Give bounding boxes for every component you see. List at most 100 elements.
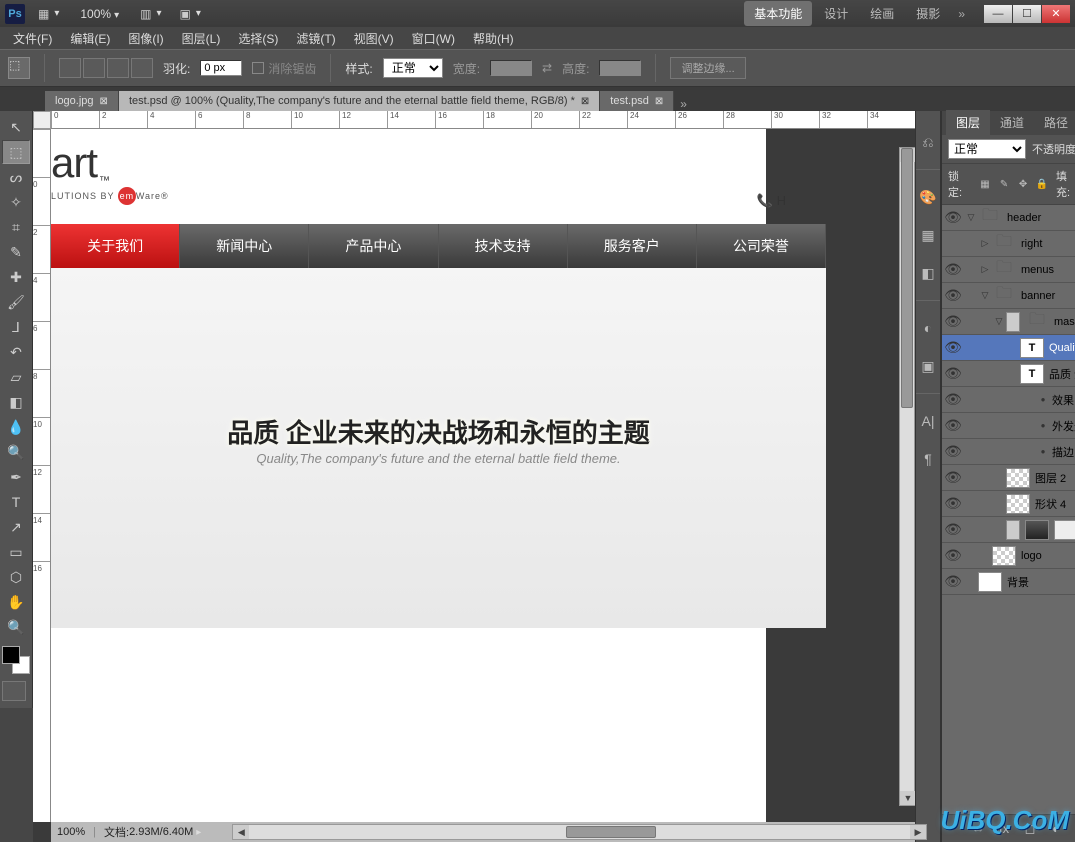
document-tab[interactable]: logo.jpg⊠: [45, 91, 119, 111]
layer-thumbnail[interactable]: 🗀: [1025, 312, 1049, 332]
hand-tool-icon[interactable]: ✋: [2, 590, 30, 614]
healing-tool-icon[interactable]: ✚: [2, 265, 30, 289]
layer-row[interactable]: 👁▷🗀menus: [942, 257, 1075, 283]
layer-row[interactable]: 👁▽🗀mask: [942, 309, 1075, 335]
path-tool-icon[interactable]: ↗: [2, 515, 30, 539]
scroll-down-icon[interactable]: ▼: [900, 791, 915, 805]
feather-input[interactable]: [200, 60, 242, 76]
screen-mode-dropdown[interactable]: ▣: [174, 5, 205, 23]
photoshop-logo-icon[interactable]: Ps: [5, 4, 25, 24]
visibility-toggle-icon[interactable]: 👁: [942, 209, 964, 226]
layer-row[interactable]: 👁形状 3fx ▾: [942, 517, 1075, 543]
layer-name[interactable]: 形状 4: [1035, 496, 1075, 512]
status-menu-icon[interactable]: ▸: [193, 827, 204, 838]
history-panel-icon[interactable]: ⎌: [917, 131, 939, 153]
layer-name[interactable]: banner: [1021, 290, 1075, 302]
horizontal-scrollbar[interactable]: ◀ ▶: [232, 824, 927, 840]
bridge-dropdown[interactable]: ▦: [33, 5, 64, 23]
layer-name[interactable]: 描边: [1052, 444, 1075, 460]
nav-honors[interactable]: 公司荣誉: [697, 224, 826, 268]
window-close-button[interactable]: ✕: [1042, 5, 1070, 23]
menu-layer[interactable]: 图层(L): [174, 27, 229, 50]
layer-row[interactable]: ▷🗀right: [942, 231, 1075, 257]
menu-window[interactable]: 窗口(W): [404, 27, 463, 50]
layer-row[interactable]: 👁▽🗀header: [942, 205, 1075, 231]
expand-toggle-icon[interactable]: ▽: [978, 290, 992, 301]
nav-support[interactable]: 技术支持: [439, 224, 568, 268]
styles-panel-icon[interactable]: ◧: [917, 262, 939, 284]
nav-products[interactable]: 产品中心: [309, 224, 438, 268]
vertical-scrollbar[interactable]: ▲ ▼: [899, 147, 915, 806]
layer-name[interactable]: menus: [1021, 264, 1075, 276]
adjustments-panel-icon[interactable]: ◐: [917, 317, 939, 339]
layer-thumbnail[interactable]: [1006, 468, 1030, 488]
layer-thumbnail[interactable]: 🗀: [992, 234, 1016, 254]
nav-service[interactable]: 服务客户: [568, 224, 697, 268]
tab-layers[interactable]: 图层: [946, 110, 990, 135]
document-tab[interactable]: test.psd⊠: [600, 91, 674, 111]
close-icon[interactable]: ⊠: [655, 96, 663, 107]
lasso-tool-icon[interactable]: ᔕ: [2, 165, 30, 189]
layer-thumbnail[interactable]: [978, 572, 1002, 592]
type-tool-icon[interactable]: T: [2, 490, 30, 514]
3d-tool-icon[interactable]: ⬡: [2, 565, 30, 589]
refine-edge-button[interactable]: 调整边缘...: [670, 57, 745, 79]
selection-subtract-button[interactable]: [107, 58, 129, 78]
layer-name[interactable]: 背景: [1007, 574, 1075, 590]
magic-wand-tool-icon[interactable]: ✧: [2, 190, 30, 214]
color-panel-icon[interactable]: 🎨: [917, 186, 939, 208]
blend-mode-select[interactable]: 正常: [948, 139, 1026, 159]
paragraph-panel-icon[interactable]: ¶: [917, 448, 939, 470]
color-swatches[interactable]: [2, 646, 30, 674]
scroll-thumb[interactable]: [566, 826, 656, 838]
mask-link-icon[interactable]: [1006, 520, 1020, 540]
nav-news[interactable]: 新闻中心: [180, 224, 309, 268]
layer-row[interactable]: 👁●效果: [942, 387, 1075, 413]
horizontal-ruler[interactable]: 0246810121416182022242628303234: [51, 111, 915, 129]
workspace-essentials[interactable]: 基本功能: [744, 1, 812, 26]
layer-name[interactable]: Quality,The co...: [1049, 342, 1075, 354]
vertical-ruler[interactable]: 0246810121416: [33, 129, 51, 822]
masks-panel-icon[interactable]: ▣: [917, 355, 939, 377]
document-tab[interactable]: test.psd @ 100% (Quality,The company's f…: [119, 91, 600, 111]
dodge-tool-icon[interactable]: 🔍: [2, 440, 30, 464]
style-select[interactable]: 正常: [383, 58, 443, 78]
adjustment-layer-icon[interactable]: ◐: [1046, 819, 1066, 839]
layer-row[interactable]: 👁T品质 企业未...fx ▾: [942, 361, 1075, 387]
arrange-dropdown[interactable]: ▥: [135, 5, 166, 23]
link-layers-icon[interactable]: ⇔: [968, 819, 988, 839]
layer-name[interactable]: logo: [1021, 550, 1075, 562]
layer-thumbnail[interactable]: 🗀: [992, 286, 1016, 306]
workspace-more-icon[interactable]: »: [952, 7, 971, 21]
move-tool-icon[interactable]: ↖: [2, 115, 30, 139]
visibility-toggle-icon[interactable]: 👁: [942, 521, 964, 538]
menu-select[interactable]: 选择(S): [230, 27, 286, 50]
menu-help[interactable]: 帮助(H): [465, 27, 522, 50]
visibility-toggle-icon[interactable]: 👁: [942, 573, 964, 590]
eraser-tool-icon[interactable]: ▱: [2, 365, 30, 389]
menu-filter[interactable]: 滤镜(T): [288, 27, 343, 50]
canvas[interactable]: art ™ LUTIONS BY emWare® 📞 H 关于我们 新闻中心 产…: [51, 129, 766, 822]
layer-row[interactable]: 👁背景🔒: [942, 569, 1075, 595]
lock-transparency-icon[interactable]: ▦: [977, 176, 993, 192]
swatches-panel-icon[interactable]: ▦: [917, 224, 939, 246]
visibility-toggle-icon[interactable]: 👁: [942, 287, 964, 304]
crop-tool-icon[interactable]: ⌗: [2, 215, 30, 239]
vector-mask-thumbnail[interactable]: [1054, 520, 1075, 540]
canvas-viewport[interactable]: art ™ LUTIONS BY emWare® 📞 H 关于我们 新闻中心 产…: [51, 129, 915, 822]
selection-new-button[interactable]: [59, 58, 81, 78]
visibility-toggle-icon[interactable]: 👁: [942, 313, 964, 330]
pen-tool-icon[interactable]: ✒: [2, 465, 30, 489]
layer-thumbnail[interactable]: [1006, 494, 1030, 514]
close-icon[interactable]: ⊠: [581, 96, 589, 107]
layer-name[interactable]: 外发光: [1052, 418, 1075, 434]
gradient-tool-icon[interactable]: ◧: [2, 390, 30, 414]
layer-row[interactable]: 👁logo: [942, 543, 1075, 569]
expand-toggle-icon[interactable]: ▽: [992, 316, 1006, 327]
layer-thumbnail[interactable]: 🗀: [978, 208, 1002, 228]
scroll-left-icon[interactable]: ◀: [233, 825, 249, 839]
tab-channels[interactable]: 通道: [990, 110, 1034, 135]
visibility-toggle-icon[interactable]: 👁: [942, 261, 964, 278]
scroll-thumb[interactable]: [901, 148, 913, 408]
menu-view[interactable]: 视图(V): [346, 27, 402, 50]
